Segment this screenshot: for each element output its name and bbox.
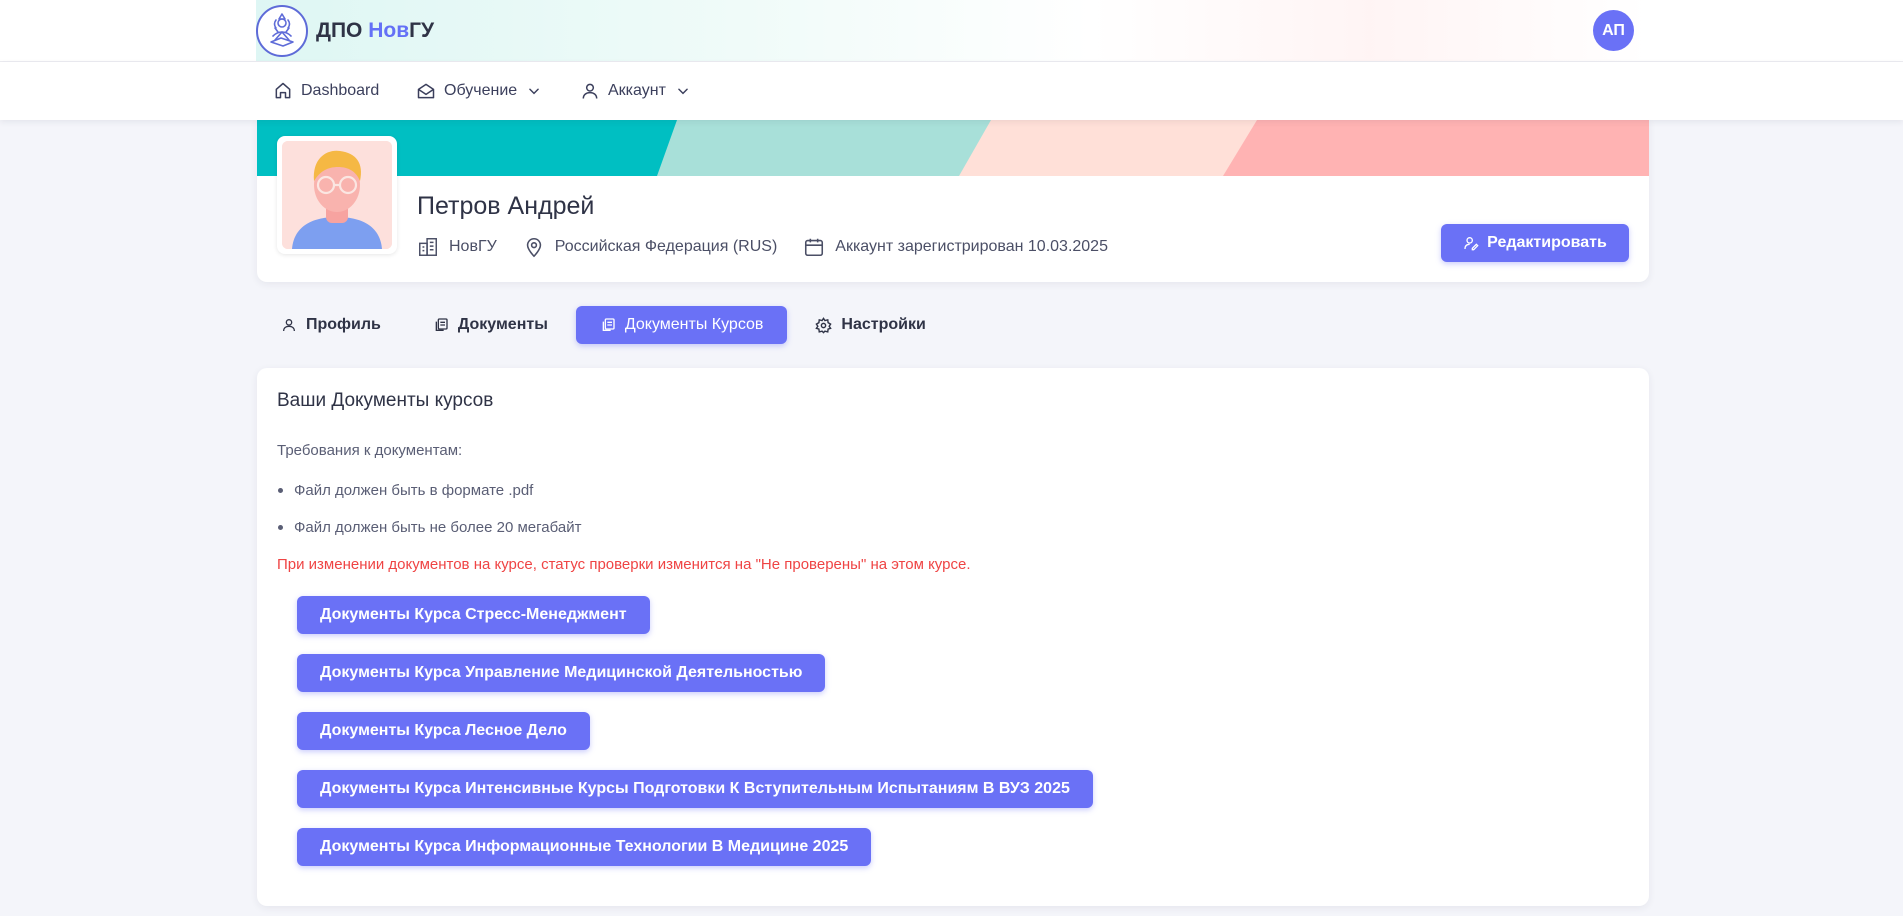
course-documents-card: Ваши Документы курсов Требования к докум… xyxy=(257,368,1649,906)
edit-profile-label: Редактировать xyxy=(1487,234,1607,251)
course-documents-list: Документы Курса Стресс-Менеджмент Докуме… xyxy=(297,596,1093,886)
open-mail-icon xyxy=(417,83,435,99)
brand-accent: Нов xyxy=(368,19,410,42)
nav-item-label: Обучение xyxy=(444,82,518,99)
tab-label: Документы xyxy=(457,316,548,333)
tab-profile[interactable]: Профиль xyxy=(257,306,405,344)
edit-profile-button[interactable]: Редактировать xyxy=(1441,224,1629,262)
user-edit-icon xyxy=(1464,237,1479,251)
course-documents-button[interactable]: Документы Курса Управление Медицинской Д… xyxy=(297,654,826,692)
user-icon xyxy=(582,83,598,99)
tab-documents[interactable]: Документы xyxy=(409,306,572,344)
course-documents-button[interactable]: Документы Курса Стресс-Менеджмент xyxy=(297,596,650,634)
registered-label: Аккаунт зарегистрирован 10.03.2025 xyxy=(835,238,1108,255)
profile-organization: НовГУ xyxy=(417,236,497,258)
organization-label: НовГУ xyxy=(449,238,497,255)
requirements-label: Требования к документам: xyxy=(277,442,463,459)
copy-icon xyxy=(602,318,615,331)
university-logo-icon xyxy=(256,5,308,57)
list-item: Файл должен быть не более 20 мегабайт xyxy=(277,509,581,546)
top-header: ДПО НовГУ АП xyxy=(0,0,1903,62)
nav-item-learning[interactable]: Обучение xyxy=(416,62,541,120)
nav-item-label: Dashboard xyxy=(301,82,380,99)
status-warning: При изменении документов на курсе, стату… xyxy=(277,556,971,573)
profile-name: Петров Андрей xyxy=(417,192,595,220)
bullet-icon xyxy=(278,488,283,493)
header-background xyxy=(256,0,1648,61)
profile-avatar xyxy=(277,136,397,254)
requirements-list: Файл должен быть в формате .pdf Файл дол… xyxy=(277,472,581,546)
profile-country: Российская Федерация (RUS) xyxy=(523,236,778,258)
requirement-text: Файл должен быть не более 20 мегабайт xyxy=(294,519,582,536)
tab-label: Документы Курсов xyxy=(624,316,764,333)
tab-label: Профиль xyxy=(306,316,381,333)
brand-name: ДПО НовГУ xyxy=(316,19,434,43)
country-label: Российская Федерация (RUS) xyxy=(554,238,778,255)
profile-tabs: Профиль Документы Документы Курсов Настр… xyxy=(257,306,954,344)
course-documents-button[interactable]: Документы Курса Информационные Технологи… xyxy=(297,828,872,866)
chevron-down-icon xyxy=(529,88,539,95)
section-title: Ваши Документы курсов xyxy=(277,390,494,411)
main-nav: Dashboard Обучение Аккаунт xyxy=(0,62,1903,120)
tab-label: Настройки xyxy=(841,316,926,333)
list-item: Файл должен быть в формате .pdf xyxy=(277,472,581,509)
nav-item-dashboard[interactable]: Dashboard xyxy=(273,62,379,120)
brand-suffix: ГУ xyxy=(409,19,435,42)
user-icon xyxy=(283,319,295,332)
tab-settings[interactable]: Настройки xyxy=(791,306,949,344)
home-icon xyxy=(275,82,291,99)
gear-icon xyxy=(815,316,833,334)
nav-item-account[interactable]: Аккаунт xyxy=(580,62,690,120)
nav-item-label: Аккаунт xyxy=(608,82,666,99)
chevron-down-icon xyxy=(678,88,688,95)
map-pin-icon xyxy=(526,237,541,258)
requirement-text: Файл должен быть в формате .pdf xyxy=(294,482,534,499)
building-icon xyxy=(419,238,437,256)
profile-meta: НовГУ Российская Федерация (RUS) Аккаунт… xyxy=(417,236,1134,258)
course-documents-button[interactable]: Документы Курса Лесное Дело xyxy=(297,712,590,750)
user-avatar-button[interactable]: АП xyxy=(1593,10,1634,51)
profile-registered: Аккаунт зарегистрирован 10.03.2025 xyxy=(803,236,1108,258)
course-documents-button[interactable]: Документы Курса Интенсивные Курсы Подгот… xyxy=(297,770,1093,808)
profile-card: Петров Андрей НовГУ Российская Федерация… xyxy=(257,120,1649,282)
brand[interactable]: ДПО НовГУ xyxy=(256,4,434,58)
copy-icon xyxy=(435,318,448,331)
calendar-icon xyxy=(805,238,824,257)
brand-prefix: ДПО xyxy=(316,19,369,42)
bullet-icon xyxy=(278,525,283,530)
profile-cover xyxy=(257,120,1649,176)
tab-course-documents[interactable]: Документы Курсов xyxy=(575,306,788,344)
